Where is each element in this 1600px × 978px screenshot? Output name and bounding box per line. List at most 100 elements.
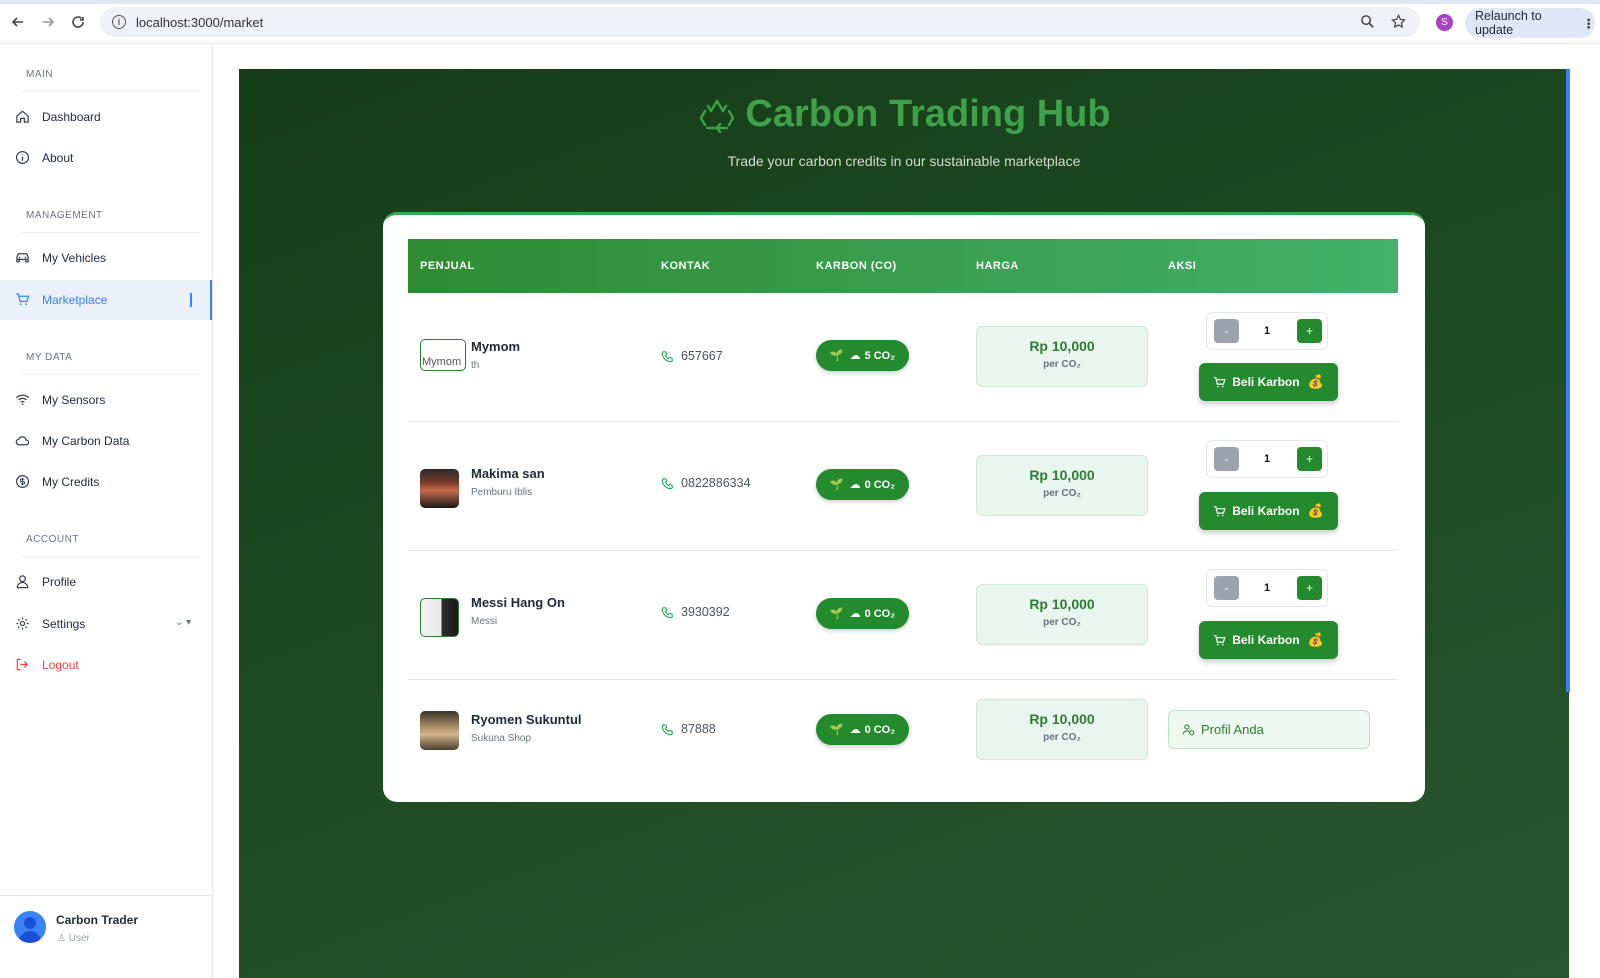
sprout-icon: 🌱	[829, 350, 844, 362]
quantity-input[interactable]: 1	[1245, 447, 1289, 471]
section-account: ACCOUNT	[26, 534, 79, 545]
table-row: Makima san Pemburu Iblis 0822886334 🌱 ☁ 0 …	[408, 422, 1398, 551]
sidebar-item-my-vehicles[interactable]: My Vehicles	[0, 238, 212, 278]
buy-label: Beli Karbon	[1232, 375, 1300, 389]
logout-icon	[15, 657, 31, 673]
phone-icon	[661, 723, 673, 735]
user-name: Carbon Trader	[56, 913, 139, 927]
zoom-icon[interactable]	[1360, 14, 1375, 32]
phone-number: 3930392	[681, 605, 730, 619]
buy-carbon-button[interactable]: Beli Karbon 💰	[1199, 492, 1338, 530]
increment-button[interactable]: +	[1297, 447, 1322, 471]
buy-carbon-button[interactable]: Beli Karbon 💰	[1199, 363, 1338, 401]
seller-subtitle: Sukuna Shop	[471, 733, 532, 744]
cloud-icon: ☁	[849, 350, 861, 362]
co2-badge: 🌱 ☁ 0 CO₂	[816, 469, 909, 500]
forward-icon[interactable]	[36, 10, 60, 34]
cloud-icon: ☁	[849, 479, 861, 491]
increment-button[interactable]: +	[1297, 576, 1322, 600]
reload-icon[interactable]	[66, 10, 90, 34]
price-value: Rp 10,000	[1029, 467, 1095, 483]
address-bar[interactable]: i localhost:3000/market	[100, 7, 1420, 37]
back-icon[interactable]	[6, 10, 30, 34]
header-kontak: KONTAK	[661, 260, 711, 272]
cloud-icon: ☁	[849, 724, 861, 736]
quantity-input[interactable]: 1	[1245, 319, 1289, 343]
phone-number: 0822886334	[681, 476, 751, 490]
gear-icon	[15, 616, 31, 632]
decrement-button[interactable]: -	[1214, 576, 1239, 600]
sidebar-item-marketplace[interactable]: Marketplace	[0, 280, 212, 320]
seller-avatar	[420, 598, 459, 637]
seller-name: Ryomen Sukuntul	[471, 712, 582, 727]
sprout-icon: 🌱	[829, 479, 844, 491]
sidebar: MAIN Dashboard About MANAGEMENT My Vehic…	[0, 44, 213, 978]
page-title-text: Carbon Trading Hub	[745, 93, 1111, 135]
seller-contact: 0822886334	[661, 476, 751, 490]
increment-button[interactable]: +	[1297, 319, 1322, 343]
sidebar-item-label: My Vehicles	[42, 251, 107, 265]
user-role: ♙ User	[57, 933, 90, 944]
marketplace-table-card: PENJUAL KONTAK KARBON (CO) HARGA AKSI My…	[383, 212, 1425, 802]
price-unit: per CO₂	[1043, 359, 1081, 370]
scrollbar[interactable]	[1566, 69, 1570, 692]
price-box: Rp 10,000 per CO₂	[976, 455, 1148, 516]
sidebar-item-label: Profile	[42, 575, 77, 589]
site-info-icon[interactable]: i	[112, 15, 126, 29]
url-text: localhost:3000/market	[136, 14, 264, 30]
sidebar-item-logout[interactable]: Logout	[0, 645, 212, 685]
browser-toolbar: i localhost:3000/market S Relaunch to up…	[0, 0, 1600, 44]
money-bag-icon: 💰	[1307, 632, 1324, 647]
tab-strip-edge	[0, 0, 1600, 4]
sidebar-item-dashboard[interactable]: Dashboard	[0, 97, 212, 137]
user-icon	[15, 574, 31, 590]
phone-icon	[661, 606, 673, 618]
cart-icon	[1214, 505, 1226, 516]
bookmark-star-icon[interactable]	[1391, 13, 1406, 32]
sidebar-item-label: Dashboard	[42, 110, 101, 124]
table-header: PENJUAL KONTAK KARBON (CO) HARGA AKSI	[408, 239, 1398, 293]
price-box: Rp 10,000 per CO₂	[976, 326, 1148, 387]
sidebar-item-label: My Carbon Data	[42, 434, 130, 448]
relaunch-button[interactable]: Relaunch to update ⋮	[1465, 8, 1595, 38]
seller-name: Messi Hang On	[471, 595, 565, 610]
seller-avatar	[420, 711, 459, 750]
seller-contact: 657667	[661, 349, 723, 363]
price-value: Rp 10,000	[1029, 711, 1095, 727]
cart-icon	[1214, 376, 1226, 387]
sidebar-item-my-sensors[interactable]: My Sensors	[0, 380, 212, 420]
buy-label: Beli Karbon	[1232, 504, 1300, 518]
decrement-button[interactable]: -	[1214, 447, 1239, 471]
chevron-down-icon[interactable]: ⌄ ▾	[175, 617, 191, 628]
divider	[22, 232, 200, 233]
sidebar-item-about[interactable]: About	[0, 138, 212, 178]
price-value: Rp 10,000	[1029, 338, 1095, 354]
sidebar-item-profile[interactable]: Profile	[0, 562, 212, 602]
decrement-button[interactable]: -	[1214, 319, 1239, 343]
seller-subtitle: Messi	[471, 616, 498, 627]
recycle-icon	[700, 99, 735, 133]
sidebar-item-my-credits[interactable]: My Credits	[0, 462, 212, 502]
sprout-icon: 🌱	[829, 724, 844, 736]
coin-icon	[15, 474, 31, 490]
buy-carbon-button[interactable]: Beli Karbon 💰	[1199, 621, 1338, 659]
user-card[interactable]: Carbon Trader ♙ User	[0, 895, 212, 978]
price-unit: per CO₂	[1043, 732, 1081, 743]
sidebar-item-my-carbon-data[interactable]: My Carbon Data	[0, 421, 212, 461]
your-profile-button[interactable]: Profil Anda	[1168, 710, 1370, 749]
thumbnail-alt-text: Mymom	[422, 356, 462, 368]
seller-contact: 87888	[661, 722, 716, 736]
header-aksi: AKSI	[1168, 260, 1197, 272]
price-unit: per CO₂	[1043, 617, 1081, 628]
quantity-input[interactable]: 1	[1245, 576, 1289, 600]
user-role-label: User	[68, 933, 90, 944]
home-icon	[15, 109, 31, 125]
wifi-icon	[15, 392, 31, 408]
table-row: Messi Hang On Messi 3930392 🌱 ☁ 0 CO₂ Rp 1…	[408, 551, 1398, 680]
user-icon: ♙	[57, 933, 69, 944]
browser-profile-avatar[interactable]: S	[1436, 14, 1453, 31]
more-menu-icon[interactable]: ⋮	[1583, 16, 1596, 31]
sidebar-item-settings[interactable]: Settings ⌄ ▾	[0, 604, 212, 644]
user-check-icon	[1182, 724, 1195, 736]
sidebar-item-label: My Credits	[42, 475, 100, 489]
